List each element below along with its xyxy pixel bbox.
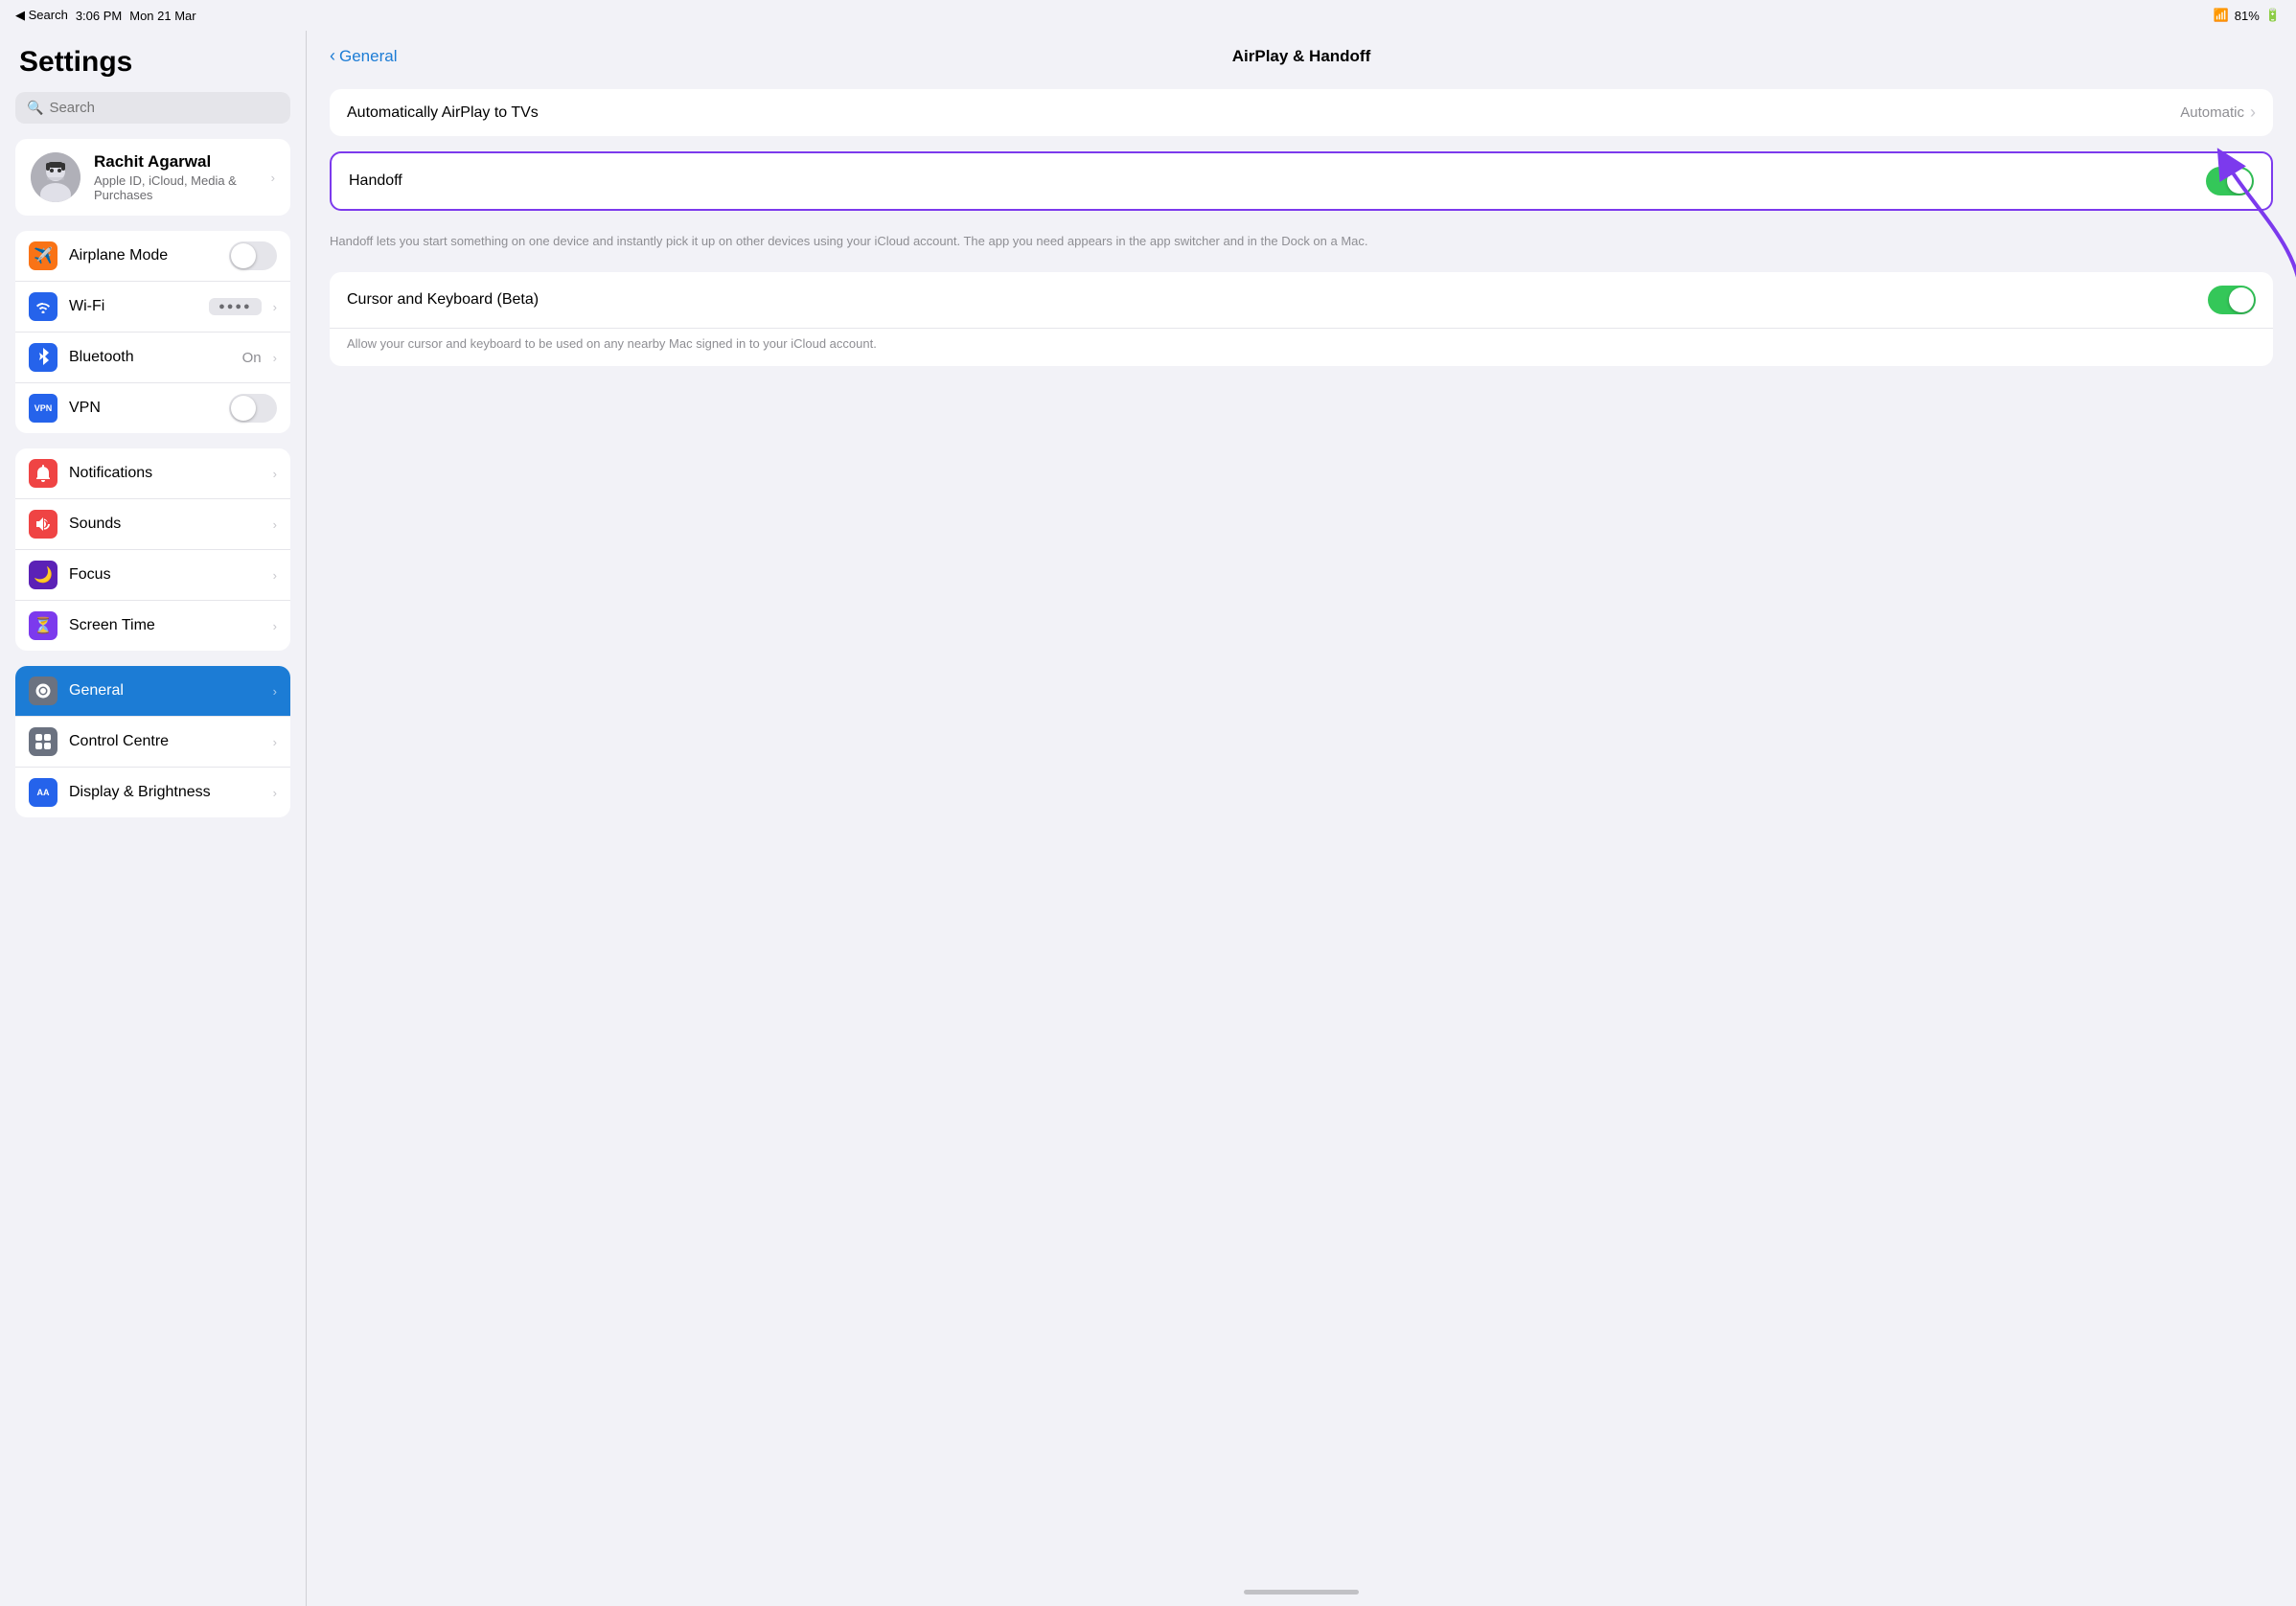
sidebar-item-airplane[interactable]: ✈️ Airplane Mode [15,231,290,282]
airplay-card: Automatically AirPlay to TVs Automatic › [330,89,2273,136]
control-centre-chevron: › [273,735,277,749]
handoff-section-wrapper: Handoff Handoff lets you start something… [330,151,2273,264]
bluetooth-label: Bluetooth [69,349,231,366]
vpn-icon: VPN [29,394,57,423]
airplane-icon: ✈️ [29,241,57,270]
connectivity-group: ✈️ Airplane Mode Wi-Fi ●●●● › [15,231,290,433]
sidebar-item-notifications[interactable]: Notifications › [15,448,290,499]
sidebar-item-vpn[interactable]: VPN VPN [15,383,290,433]
search-input[interactable] [49,100,279,116]
sidebar-item-screen-time[interactable]: ⏳ Screen Time › [15,601,290,651]
sidebar-item-bluetooth[interactable]: Bluetooth On › [15,333,290,383]
cursor-keyboard-label: Cursor and Keyboard (Beta) [347,291,2208,309]
app-container: Settings 🔍 Rachit [0,31,2296,1606]
handoff-label: Handoff [349,172,2206,190]
general-group: General › Control Centre › AA Display & [15,666,290,817]
focus-chevron: › [273,568,277,583]
wifi-label: Wi-Fi [69,298,197,315]
sidebar-item-general[interactable]: General › [15,666,290,717]
wifi-icon [29,292,57,321]
search-bar[interactable]: 🔍 [15,92,290,124]
general-icon [29,677,57,705]
wifi-value: ●●●● [209,298,262,315]
avatar [31,152,80,202]
screen-time-label: Screen Time [69,617,262,634]
vpn-label: VPN [69,400,218,417]
status-left: ◀ Search 3:06 PM Mon 21 Mar [15,8,196,23]
display-chevron: › [273,786,277,800]
airplay-tvs-row[interactable]: Automatically AirPlay to TVs Automatic › [330,89,2273,136]
general-chevron: › [273,684,277,699]
notifications-label: Notifications [69,465,262,482]
airplane-label: Airplane Mode [69,247,218,264]
sidebar-item-control-centre[interactable]: Control Centre › [15,717,290,768]
cursor-keyboard-description: Allow your cursor and keyboard to be use… [330,329,2273,367]
notifications-chevron: › [273,467,277,481]
control-centre-label: Control Centre [69,733,262,750]
status-date: Mon 21 Mar [129,9,195,23]
bluetooth-icon [29,343,57,372]
sidebar: Settings 🔍 Rachit [0,31,307,1606]
handoff-card: Handoff [330,151,2273,211]
profile-chevron: › [271,171,275,185]
airplay-tvs-label: Automatically AirPlay to TVs [347,104,2180,122]
keyboard-card: Cursor and Keyboard (Beta) Allow your cu… [330,272,2273,367]
cursor-keyboard-row[interactable]: Cursor and Keyboard (Beta) [330,272,2273,329]
sidebar-item-display[interactable]: AA Display & Brightness › [15,768,290,817]
sounds-icon [29,510,57,539]
display-label: Display & Brightness [69,784,262,801]
bluetooth-chevron: › [273,351,277,365]
general-label: General [69,682,262,700]
back-button-label: General [339,47,397,66]
status-right: 📶 81% 🔋 [2214,8,2281,23]
cursor-keyboard-toggle[interactable] [2208,286,2256,314]
sounds-chevron: › [273,517,277,532]
profile-name: Rachit Agarwal [94,152,258,172]
battery-percentage: 81% [2235,9,2260,23]
profile-info: Rachit Agarwal Apple ID, iCloud, Media &… [94,152,258,202]
content-area: ‹ General AirPlay & Handoff Automaticall… [307,31,2296,1606]
wifi-chevron: › [273,300,277,314]
airplay-tvs-value: Automatic [2180,104,2244,121]
focus-icon: 🌙 [29,561,57,589]
control-centre-icon [29,727,57,756]
handoff-description: Handoff lets you start something on one … [330,226,2273,264]
status-time: 3:06 PM [76,9,122,23]
bluetooth-value: On [242,350,262,366]
search-icon: 🔍 [27,100,43,116]
back-chevron-icon: ‹ [330,46,335,66]
notifications-icon [29,459,57,488]
page-title: AirPlay & Handoff [1232,47,1371,66]
battery-icon: 🔋 [2265,8,2281,23]
sidebar-item-sounds[interactable]: Sounds › [15,499,290,550]
notifications-group: Notifications › Sounds › 🌙 Focus › ⏳ Scr [15,448,290,651]
airplay-tvs-chevron: › [2250,103,2256,123]
screen-time-chevron: › [273,619,277,633]
back-search[interactable]: ◀ Search [15,8,68,23]
vpn-toggle[interactable] [229,394,277,423]
sidebar-title: Settings [15,46,290,79]
content-header: ‹ General AirPlay & Handoff [307,31,2296,81]
profile-card[interactable]: Rachit Agarwal Apple ID, iCloud, Media &… [15,139,290,216]
profile-subtitle: Apple ID, iCloud, Media & Purchases [94,173,258,202]
handoff-toggle[interactable] [2206,167,2254,195]
wifi-status-icon: 📶 [2214,8,2229,23]
focus-label: Focus [69,566,262,584]
sounds-label: Sounds [69,516,262,533]
sidebar-item-focus[interactable]: 🌙 Focus › [15,550,290,601]
display-icon: AA [29,778,57,807]
home-indicator [1244,1590,1359,1595]
sidebar-item-wifi[interactable]: Wi-Fi ●●●● › [15,282,290,333]
back-button[interactable]: ‹ General [330,46,397,66]
handoff-row[interactable]: Handoff [332,153,2271,209]
airplane-toggle[interactable] [229,241,277,270]
status-bar: ◀ Search 3:06 PM Mon 21 Mar 📶 81% 🔋 [0,0,2296,31]
content-body: Automatically AirPlay to TVs Automatic ›… [307,81,2296,420]
screen-time-icon: ⏳ [29,611,57,640]
